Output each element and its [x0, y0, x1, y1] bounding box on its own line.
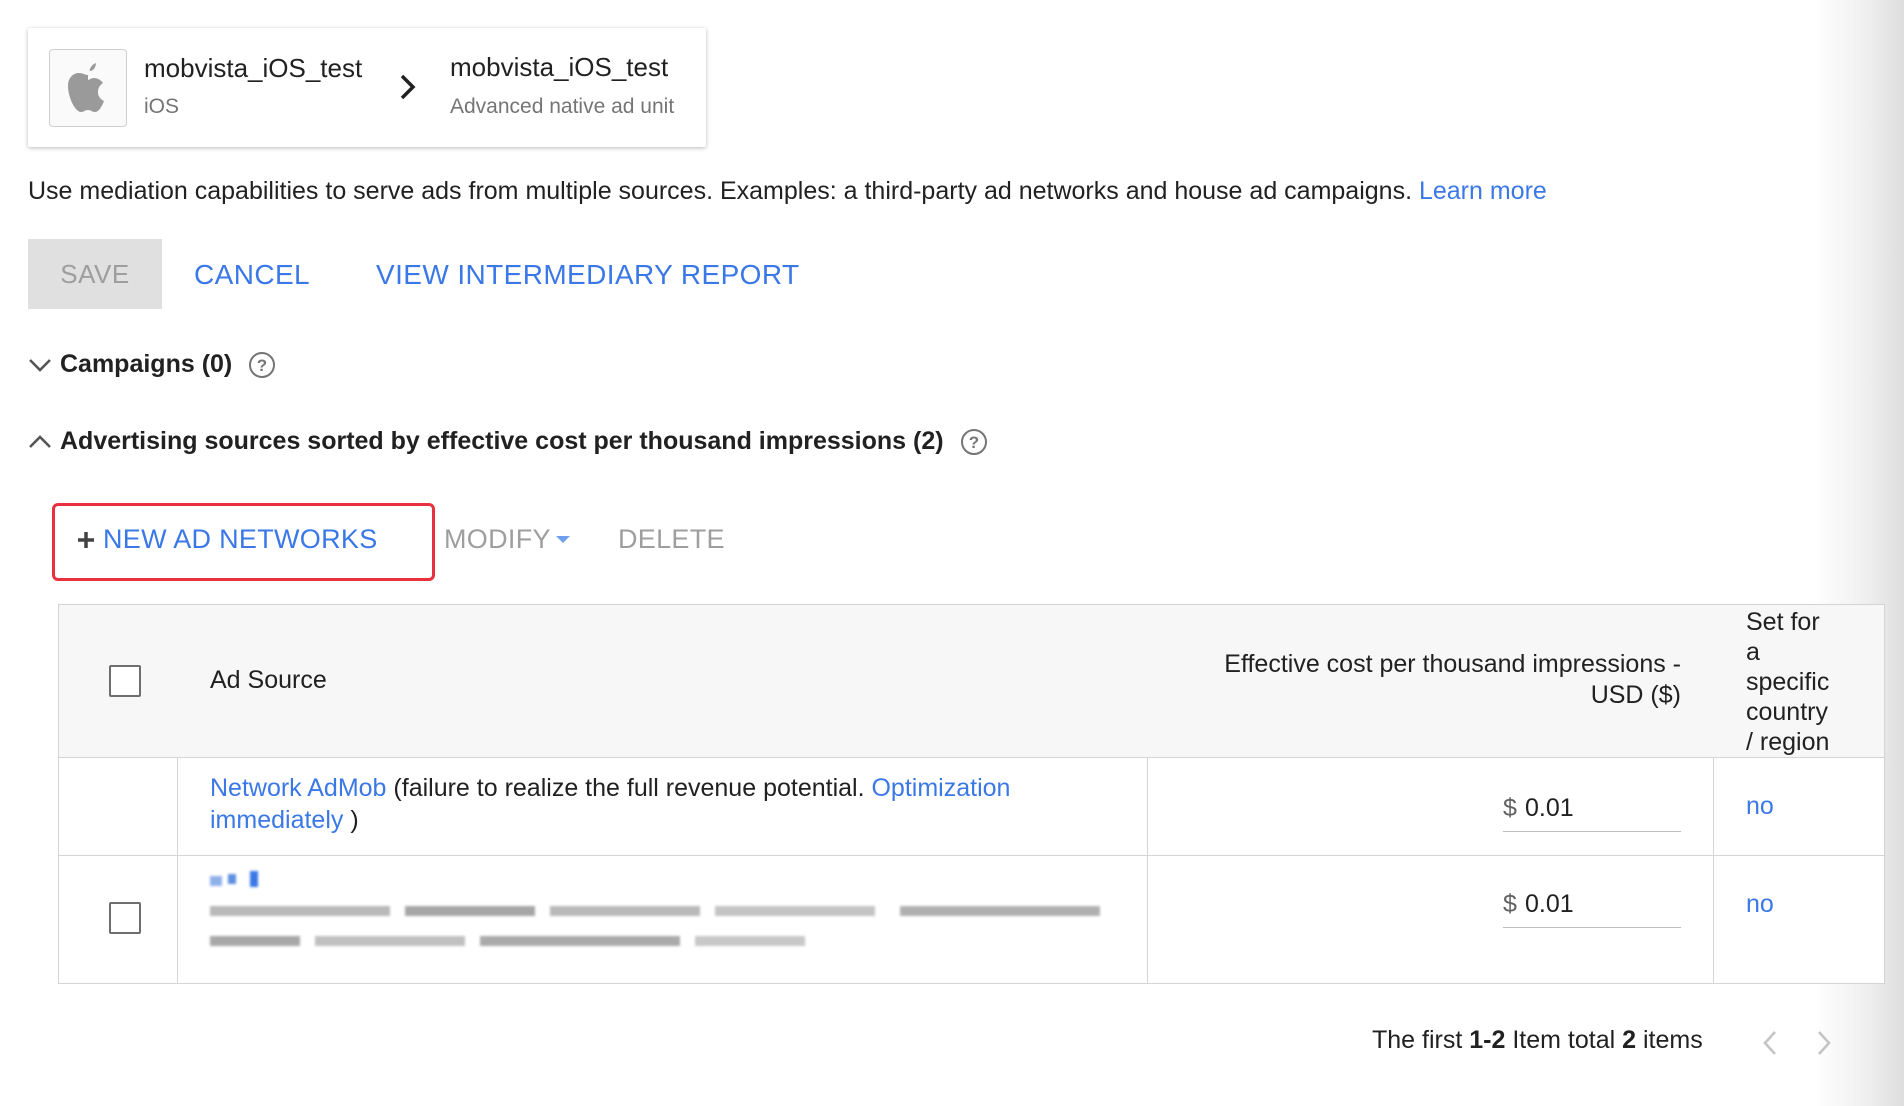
view-intermediary-report-button[interactable]: VIEW INTERMEDIARY REPORT — [376, 259, 799, 291]
pagination-middle: Item total — [1512, 1026, 1616, 1054]
column-header-country: Set for a specific country / region — [1746, 607, 1866, 757]
ecpm-value: 0.01 — [1525, 890, 1574, 918]
select-all-checkbox[interactable] — [109, 665, 141, 697]
column-header-country-line: a — [1746, 638, 1760, 666]
ad-sources-title: Advertising sources sorted by effective … — [60, 427, 944, 455]
country-setting-link[interactable]: no — [1746, 792, 1774, 821]
help-icon[interactable]: ? — [960, 428, 988, 456]
currency-symbol: $ — [1503, 794, 1517, 822]
apple-icon — [49, 49, 127, 127]
admob-network-link[interactable]: Network AdMob — [210, 774, 386, 802]
mediation-description: Use mediation capabilities to serve ads … — [28, 177, 1547, 206]
modify-label: MODIFY — [444, 524, 551, 554]
chevron-down-icon — [29, 358, 51, 372]
chevron-up-icon — [29, 434, 51, 448]
column-header-country-line: country — [1746, 698, 1828, 726]
pagination-summary: The first 1-2 Item total 2 items — [1372, 1026, 1703, 1055]
column-header-ecpm-line1: Effective cost per thousand impressions … — [1224, 650, 1681, 678]
ecpm-input[interactable]: $ 0.01 — [1503, 788, 1681, 832]
modify-dropdown[interactable]: MODIFY — [444, 524, 571, 555]
ad-sources-table: Ad Source Effective cost per thousand im… — [58, 604, 1885, 984]
app-name: mobvista_iOS_test — [144, 53, 363, 83]
plus-icon — [78, 531, 94, 548]
help-icon[interactable]: ? — [248, 351, 276, 379]
column-header-country-line: Set for — [1746, 608, 1820, 636]
previous-page-button[interactable] — [1756, 1025, 1784, 1061]
cancel-button[interactable]: CANCEL — [194, 259, 310, 291]
ecpm-input[interactable]: $ 0.01 — [1503, 884, 1681, 928]
ad-unit-name: mobvista_iOS_test — [450, 52, 669, 82]
country-setting-link[interactable]: no — [1746, 890, 1774, 919]
svg-text:?: ? — [257, 356, 267, 375]
column-header-country-line: / region — [1746, 728, 1830, 756]
new-ad-networks-label: NEW AD NETWORKS — [103, 524, 378, 554]
pagination-total: 2 — [1622, 1026, 1637, 1054]
ad-unit-type: Advanced native ad unit — [450, 95, 675, 118]
chevron-right-icon — [1818, 1031, 1831, 1055]
delete-button[interactable]: DELETE — [618, 524, 725, 555]
column-header-ecpm: Effective cost per thousand impressions … — [1161, 649, 1681, 711]
close-paren: ) — [350, 806, 359, 834]
table-row: $ 0.01 no — [59, 856, 1884, 984]
column-header-ad-source: Ad Source — [210, 666, 327, 694]
learn-more-link[interactable]: Learn more — [1419, 177, 1547, 205]
caret-down-icon — [555, 535, 570, 543]
pagination-prefix: The first — [1372, 1026, 1463, 1054]
table-row: Network AdMob (failure to realize the fu… — [59, 758, 1884, 856]
app-ad-unit-card: mobvista_iOS_test iOS mobvista_iOS_test … — [28, 28, 706, 147]
currency-symbol: $ — [1503, 890, 1517, 918]
ecpm-value: 0.01 — [1525, 794, 1574, 822]
ad-source-cell: Network AdMob (failure to realize the fu… — [210, 772, 1110, 836]
table-header-row: Ad Source Effective cost per thousand im… — [59, 605, 1884, 758]
chevron-right-icon — [398, 72, 418, 107]
svg-text:?: ? — [968, 433, 978, 452]
pagination-suffix: items — [1642, 1026, 1703, 1054]
app-platform: iOS — [144, 95, 180, 118]
pagination-range: 1-2 — [1469, 1026, 1506, 1054]
revenue-warning-text: (failure to realize the full revenue pot… — [393, 774, 865, 802]
campaigns-title: Campaigns (0) — [60, 350, 233, 378]
ad-sources-section-header[interactable]: Advertising sources sorted by effective … — [28, 427, 988, 456]
new-ad-networks-button[interactable]: NEW AD NETWORKS — [77, 524, 378, 555]
save-button[interactable]: SAVE — [28, 239, 162, 309]
next-page-button[interactable] — [1810, 1025, 1838, 1061]
row-checkbox[interactable] — [109, 902, 141, 934]
optimize-link[interactable]: Optimization — [871, 774, 1010, 802]
column-header-ecpm-line2: USD ($) — [1590, 681, 1681, 709]
campaigns-section-header[interactable]: Campaigns (0) ? — [28, 350, 276, 379]
optimize-link[interactable]: immediately — [210, 806, 343, 834]
column-header-country-line: specific — [1746, 668, 1830, 696]
description-text: Use mediation capabilities to serve ads … — [28, 177, 1413, 205]
chevron-left-icon — [1763, 1031, 1776, 1055]
